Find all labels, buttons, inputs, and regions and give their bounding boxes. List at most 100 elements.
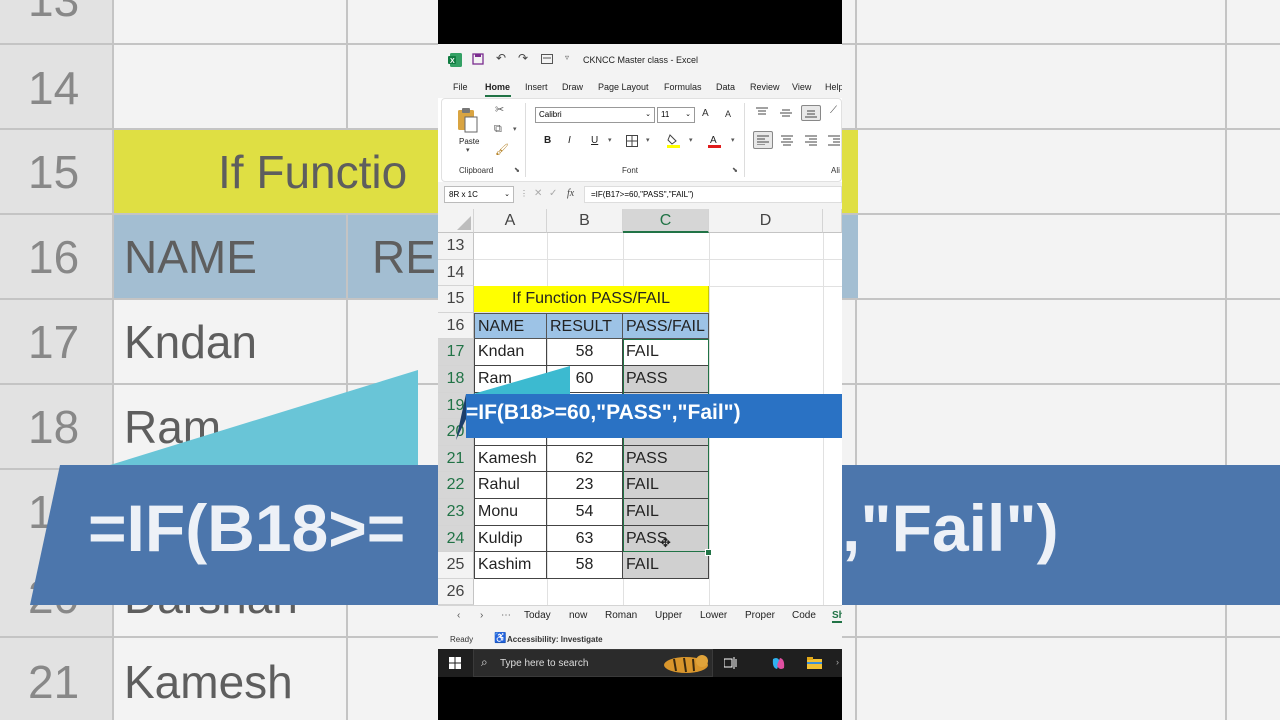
taskbar-search[interactable]: ⌕ Type here to search bbox=[473, 649, 713, 677]
align-right-icon[interactable] bbox=[805, 135, 817, 146]
paste-dropdown-icon[interactable]: ▾ bbox=[466, 146, 470, 154]
bold-button[interactable]: B bbox=[544, 135, 551, 146]
row-header[interactable]: 23 bbox=[438, 499, 474, 526]
more-options-icon[interactable]: ⋮ bbox=[520, 189, 528, 198]
column-header-c[interactable]: C bbox=[623, 209, 709, 233]
cell-name[interactable]: Kuldip bbox=[474, 525, 547, 553]
paste-label[interactable]: Paste bbox=[459, 137, 479, 146]
font-launcher-icon[interactable]: ⬊ bbox=[732, 166, 738, 174]
cell-status[interactable]: FAIL bbox=[623, 499, 709, 526]
fill-color-icon[interactable] bbox=[667, 133, 680, 148]
sheet-tab-active[interactable]: Sh bbox=[832, 610, 842, 623]
cell-result[interactable]: 58 bbox=[547, 552, 623, 579]
cell-name[interactable]: Kashim bbox=[474, 552, 547, 579]
row-header[interactable]: 26 bbox=[438, 578, 474, 605]
format-painter-icon[interactable]: 🖌 bbox=[495, 143, 509, 156]
table-title[interactable]: If Function PASS/FAIL bbox=[474, 286, 709, 313]
cell-status[interactable]: PASS bbox=[623, 445, 709, 473]
tab-insert[interactable]: Insert bbox=[525, 82, 548, 92]
more-taskbar-icon[interactable]: › bbox=[836, 657, 839, 667]
copy-icon[interactable]: ⧉ bbox=[494, 123, 502, 136]
task-view-icon[interactable] bbox=[724, 657, 737, 669]
redo-icon[interactable]: ↷ bbox=[518, 51, 528, 65]
row-header[interactable]: 24 bbox=[438, 525, 474, 553]
sheet-tab-proper[interactable]: Proper bbox=[745, 610, 775, 621]
windows-start-icon[interactable] bbox=[449, 657, 461, 669]
row-header[interactable]: 25 bbox=[438, 552, 474, 579]
tab-help[interactable]: Help bbox=[825, 82, 842, 92]
cell-status[interactable]: FAIL bbox=[623, 339, 709, 366]
cell-result[interactable]: 63 bbox=[547, 525, 623, 553]
column-header-e[interactable] bbox=[823, 209, 842, 233]
sheet-tab-lower[interactable]: Lower bbox=[700, 610, 727, 621]
row-header[interactable]: 13 bbox=[438, 233, 474, 260]
row-header[interactable]: 21 bbox=[438, 445, 474, 473]
cell-name[interactable]: Kndan bbox=[474, 339, 547, 366]
paste-icon[interactable] bbox=[456, 107, 478, 133]
indent-icon[interactable] bbox=[828, 135, 840, 146]
row-header[interactable]: 17 bbox=[438, 339, 474, 366]
tab-home[interactable]: Home bbox=[485, 82, 510, 92]
accessibility-status[interactable]: Accessibility: Investigate bbox=[507, 635, 603, 644]
tab-file[interactable]: File bbox=[453, 82, 468, 92]
quick-access-form-icon[interactable] bbox=[541, 54, 553, 64]
clipboard-launcher-icon[interactable]: ⬊ bbox=[514, 166, 520, 174]
borders-icon[interactable] bbox=[626, 135, 638, 147]
row-header[interactable]: 15 bbox=[438, 286, 474, 313]
tab-draw[interactable]: Draw bbox=[562, 82, 583, 92]
column-header-b[interactable]: B bbox=[547, 209, 623, 233]
tab-data[interactable]: Data bbox=[716, 82, 735, 92]
tab-page-layout[interactable]: Page Layout bbox=[598, 82, 649, 92]
sheet-tab-code[interactable]: Code bbox=[792, 610, 816, 621]
align-top-icon[interactable] bbox=[756, 107, 768, 117]
increase-font-icon[interactable]: A bbox=[702, 108, 709, 119]
cancel-icon[interactable]: ✕ bbox=[534, 188, 542, 199]
undo-icon[interactable]: ↶ bbox=[496, 51, 506, 65]
header-name[interactable]: NAME bbox=[474, 312, 547, 340]
align-left-button[interactable] bbox=[753, 131, 773, 149]
column-header-d[interactable]: D bbox=[709, 209, 823, 233]
enter-icon[interactable]: ✓ bbox=[549, 188, 557, 199]
row-header[interactable]: 16 bbox=[438, 312, 474, 340]
cell-status[interactable]: FAIL bbox=[623, 472, 709, 499]
chevron-right-icon[interactable]: › bbox=[480, 610, 483, 621]
sheet-tab-today[interactable]: Today bbox=[524, 610, 551, 621]
file-explorer-icon[interactable] bbox=[807, 657, 822, 669]
insert-function-icon[interactable]: fx bbox=[567, 188, 574, 199]
cell-status[interactable]: FAIL bbox=[623, 552, 709, 579]
cell-result[interactable]: 54 bbox=[547, 499, 623, 526]
cell-status[interactable]: PASS bbox=[623, 366, 709, 393]
cell-name[interactable]: Monu bbox=[474, 499, 547, 526]
column-header-a[interactable]: A bbox=[474, 209, 547, 233]
fill-color-dropdown-icon[interactable]: ▾ bbox=[689, 136, 693, 144]
tab-review[interactable]: Review bbox=[750, 82, 780, 92]
font-color-dropdown-icon[interactable]: ▾ bbox=[731, 136, 735, 144]
tab-view[interactable]: View bbox=[792, 82, 811, 92]
cut-icon[interactable]: ✂ bbox=[495, 103, 504, 116]
tab-formulas[interactable]: Formulas bbox=[664, 82, 702, 92]
decrease-font-icon[interactable]: A bbox=[725, 109, 731, 119]
select-all-corner[interactable] bbox=[438, 209, 474, 233]
sheet-tab-roman[interactable]: Roman bbox=[605, 610, 637, 621]
row-header[interactable]: 14 bbox=[438, 259, 474, 287]
fill-handle[interactable] bbox=[705, 549, 712, 556]
align-center-icon[interactable] bbox=[781, 135, 793, 146]
customize-toolbar-icon[interactable]: ▿ bbox=[565, 53, 569, 62]
copy-dropdown-icon[interactable]: ▾ bbox=[513, 125, 517, 133]
formula-input[interactable]: =IF(B17>=60,"PASS","FAIL") bbox=[584, 186, 842, 203]
cell-name[interactable]: Rahul bbox=[474, 472, 547, 499]
cell-result[interactable]: 58 bbox=[547, 339, 623, 366]
orientation-icon[interactable]: ⟋ bbox=[830, 105, 837, 116]
align-bottom-button[interactable] bbox=[801, 105, 821, 121]
more-sheets-icon[interactable]: ⋯ bbox=[501, 610, 511, 621]
save-icon[interactable] bbox=[472, 53, 484, 65]
cell-name[interactable]: Kamesh bbox=[474, 445, 547, 473]
copilot-icon[interactable] bbox=[771, 656, 786, 671]
chevron-left-icon[interactable]: ‹ bbox=[457, 610, 460, 621]
row-header[interactable]: 22 bbox=[438, 472, 474, 499]
header-pass-fail[interactable]: PASS/FAIL bbox=[623, 312, 709, 340]
font-color-icon[interactable]: A bbox=[708, 133, 721, 148]
align-middle-icon[interactable] bbox=[780, 108, 792, 118]
font-name-select[interactable]: Calibri ⌄ bbox=[535, 107, 655, 123]
sheet-tab-now[interactable]: now bbox=[569, 610, 587, 621]
